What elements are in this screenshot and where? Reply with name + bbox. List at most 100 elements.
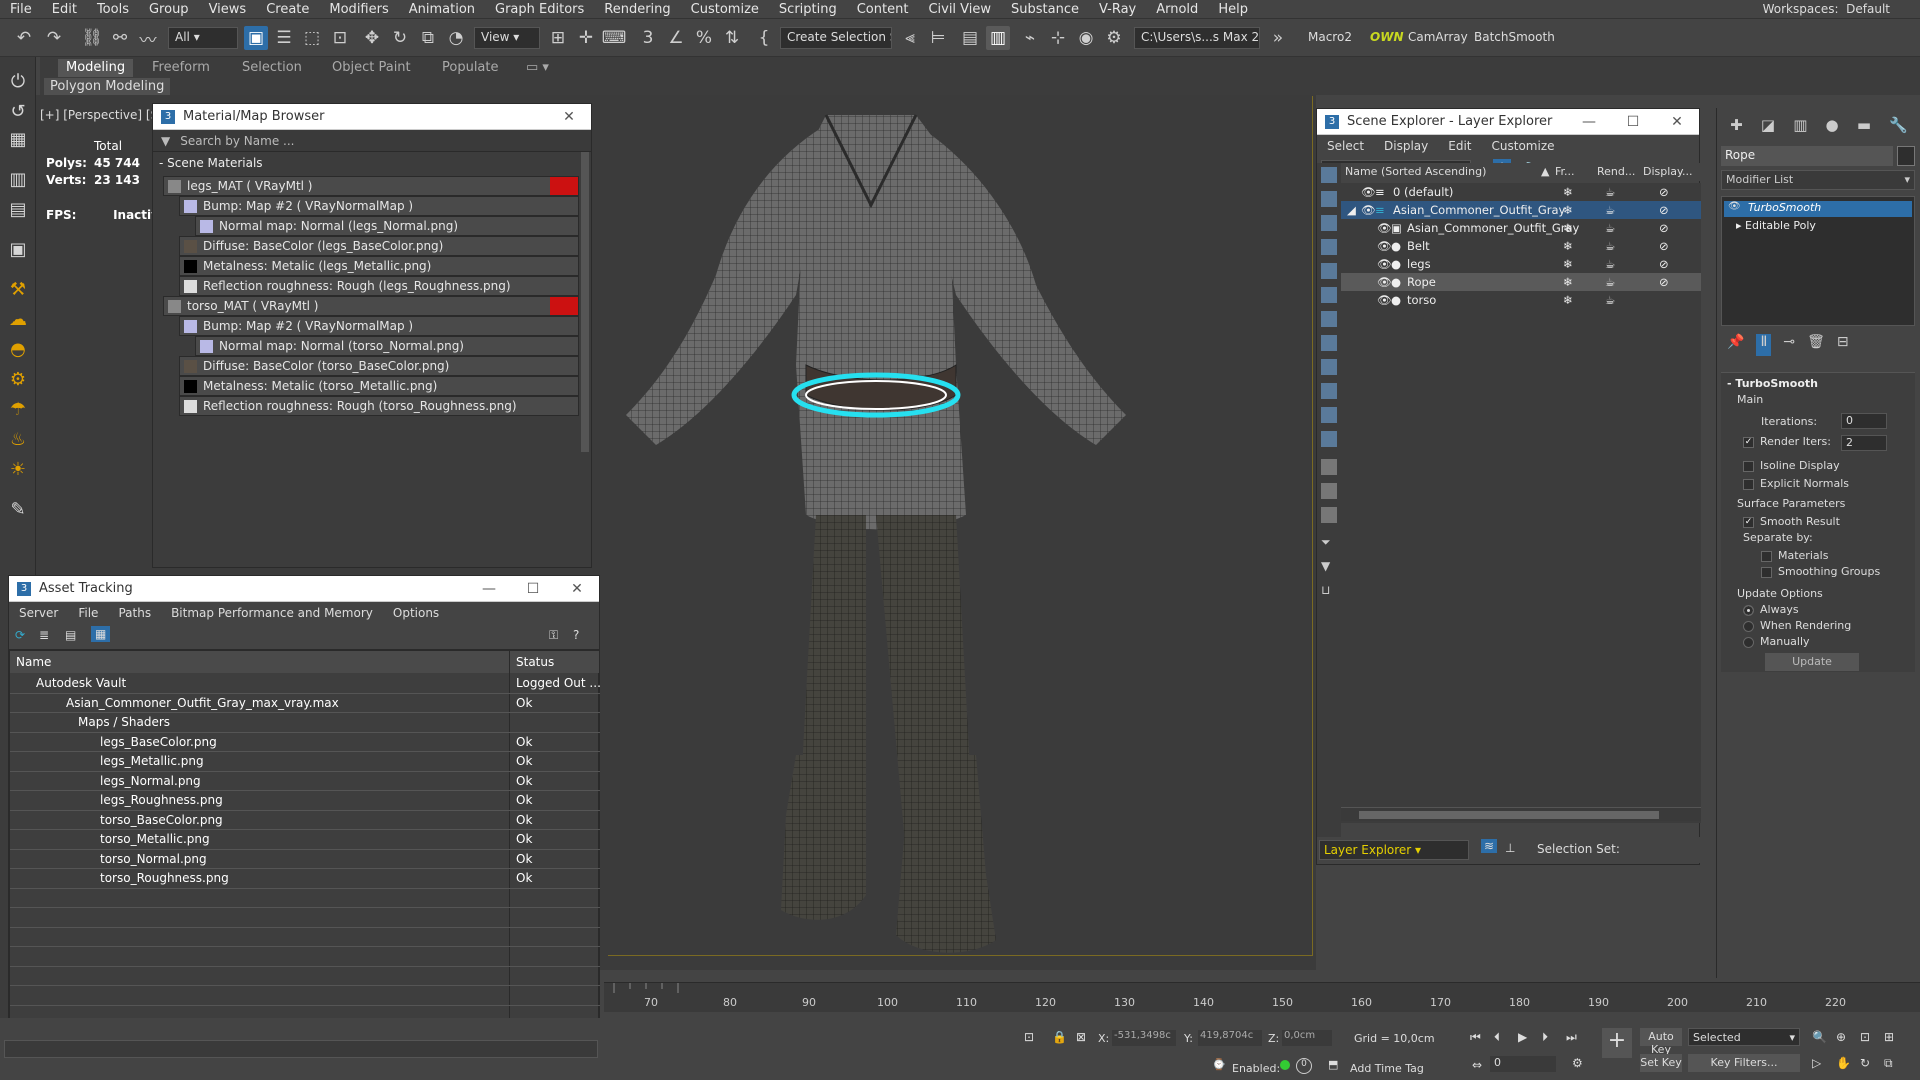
always-row[interactable]: Always xyxy=(1743,603,1799,616)
menu-paths[interactable]: Paths xyxy=(108,606,161,620)
camarray-button[interactable]: CamArray xyxy=(1408,30,1468,44)
maxscript-listener-field[interactable] xyxy=(4,1040,598,1058)
manually-radio[interactable] xyxy=(1743,636,1754,648)
table-row[interactable]: legs_Normal.png Ok xyxy=(10,772,600,791)
own-button[interactable]: OWN xyxy=(1370,30,1403,44)
menu-content[interactable]: Content xyxy=(847,2,919,17)
layer-explorer-icon[interactable]: ▤ xyxy=(958,26,982,50)
edit-named-selection-icon[interactable]: { xyxy=(752,26,776,50)
table-row[interactable]: torso_Roughness.png Ok xyxy=(10,869,600,889)
configure-sets-icon[interactable]: ⊟ xyxy=(1837,334,1849,356)
selection-filter-dropdown[interactable]: All ▾ xyxy=(168,27,238,49)
render-icon[interactable]: ☕ xyxy=(1605,275,1615,289)
display-icon[interactable]: ⊘ xyxy=(1659,221,1669,235)
macro2-button[interactable]: Macro2 xyxy=(1308,30,1352,44)
menu-edit[interactable]: Edit xyxy=(1438,139,1481,153)
rotate-icon[interactable]: ↻ xyxy=(388,26,412,50)
enabled-indicator[interactable] xyxy=(1280,1060,1290,1070)
minimize-icon[interactable]: — xyxy=(1567,114,1611,130)
display-tab-icon[interactable]: ▬ xyxy=(1857,116,1871,140)
spinner-snap-icon[interactable]: ⇅ xyxy=(720,26,744,50)
render-iters-spinner[interactable]: 2 xyxy=(1841,435,1887,451)
time-tag-icon[interactable]: ⌚ xyxy=(1212,1058,1226,1071)
hidden-filter-icon[interactable] xyxy=(1321,431,1337,447)
menu-tools[interactable]: Tools xyxy=(87,2,139,17)
menu-select[interactable]: Select xyxy=(1317,139,1374,153)
make-unique-icon[interactable]: ⊸ xyxy=(1783,334,1795,356)
eye-icon[interactable]: 👁 xyxy=(1377,221,1392,235)
asset-tracking-titlebar[interactable]: 3 Asset Tracking — ☐ ✕ xyxy=(9,576,599,602)
container-icon[interactable]: ▥ xyxy=(6,167,30,191)
invert-filter-icon[interactable] xyxy=(1321,507,1337,523)
freeze-icon[interactable]: ❄ xyxy=(1563,293,1573,307)
display-icon[interactable]: ⊘ xyxy=(1659,275,1669,289)
frozen-filter-icon[interactable] xyxy=(1321,407,1337,423)
x-coordinate-field[interactable]: -531,3498c xyxy=(1112,1030,1176,1046)
table-row[interactable]: torso_Metallic.png Ok xyxy=(10,830,600,850)
timeline-ruler[interactable]: 70 80 90 100 110 120 130 140 150 160 170… xyxy=(604,982,1920,1012)
freeze-icon[interactable]: ❄ xyxy=(1563,257,1573,271)
chevron-down-icon[interactable]: ▼ xyxy=(161,134,170,148)
ribbon-options-icon[interactable]: ▭ ▾ xyxy=(518,59,557,77)
tab-modeling[interactable]: Modeling xyxy=(58,59,134,77)
go-to-end-icon[interactable]: ⏭ xyxy=(1566,1030,1577,1045)
funnel-icon[interactable]: ⏷ xyxy=(1321,535,1337,551)
eye-icon[interactable]: 👁 xyxy=(1377,257,1392,271)
reference-coordinate-dropdown[interactable]: View ▾ xyxy=(474,27,540,49)
column-frozen[interactable]: Fr... xyxy=(1555,165,1575,178)
current-frame-field[interactable]: 0 xyxy=(1490,1056,1556,1072)
menu-customize[interactable]: Customize xyxy=(1482,139,1565,153)
modify-tab-icon[interactable]: ◪ xyxy=(1761,116,1775,140)
menu-rendering[interactable]: Rendering xyxy=(594,2,680,17)
smoothing-groups-row[interactable]: Smoothing Groups xyxy=(1761,565,1880,578)
scene-explorer-titlebar[interactable]: 3 Scene Explorer - Layer Explorer — ☐ ✕ xyxy=(1317,109,1699,135)
lights-filter-icon[interactable] xyxy=(1321,215,1337,231)
render-iters-checkbox[interactable]: ✓ xyxy=(1743,436,1754,448)
render-setup-icon[interactable]: ⚙ xyxy=(1102,26,1126,50)
close-icon[interactable]: ✕ xyxy=(1655,114,1699,130)
list-item[interactable]: 👁 ● Belt ❄ ☕ ⊘ xyxy=(1341,237,1701,255)
menu-server[interactable]: Server xyxy=(9,606,68,620)
vault-icon[interactable]: ⚿ xyxy=(549,628,558,643)
isolate-selection-icon[interactable]: ⊡ xyxy=(1024,1030,1034,1044)
batchsmooth-button[interactable]: BatchSmooth xyxy=(1474,30,1555,44)
create-tab-icon[interactable]: ✚ xyxy=(1730,116,1743,140)
umbrella-icon[interactable]: ☂ xyxy=(6,397,30,421)
hierarchy-tab-icon[interactable]: ▥ xyxy=(1793,116,1807,140)
menu-scripting[interactable]: Scripting xyxy=(769,2,847,17)
isoline-checkbox[interactable] xyxy=(1743,460,1754,472)
table-row[interactable]: legs_Metallic.png Ok xyxy=(10,752,600,772)
select-by-name-icon[interactable]: ☰ xyxy=(272,26,296,50)
more-tools-icon[interactable]: » xyxy=(1266,26,1290,50)
materials-checkbox[interactable] xyxy=(1761,550,1772,562)
zoom-extents-icon[interactable]: ⊡ xyxy=(1860,1030,1870,1044)
menu-file[interactable]: File xyxy=(0,2,42,17)
percent-snap-icon[interactable]: % xyxy=(692,26,716,50)
list-item[interactable]: 👁 ▣ Asian_Commoner_Outfit_Gray ❄ ☕ ⊘ xyxy=(1341,219,1701,237)
tag-icon[interactable]: ⬒ xyxy=(1328,1058,1338,1071)
maximize-icon[interactable]: ☐ xyxy=(511,581,555,597)
chevron-right-icon[interactable]: ▸ xyxy=(1736,219,1745,232)
menu-create[interactable]: Create xyxy=(256,2,319,17)
xrefs-filter-icon[interactable] xyxy=(1321,335,1337,351)
stack-item-turbosmooth[interactable]: TurboSmooth xyxy=(1724,201,1912,217)
map-row[interactable]: Normal map: Normal (torso_Normal.png) xyxy=(195,336,579,356)
object-color-swatch[interactable] xyxy=(1897,146,1915,166)
next-frame-icon[interactable]: ⏵ xyxy=(1542,1030,1548,1045)
list-item[interactable]: ◢ 👁 ≡ Asian_Commoner_Outfit_Gray ❄ ☕ ⊘ xyxy=(1341,201,1701,219)
table-row[interactable]: torso_BaseColor.png Ok xyxy=(10,811,600,830)
when-rendering-row[interactable]: When Rendering xyxy=(1743,619,1851,632)
menu-graph-editors[interactable]: Graph Editors xyxy=(485,2,594,17)
rollout-header[interactable]: - TurboSmooth xyxy=(1727,377,1818,390)
tab-freeform[interactable]: Freeform xyxy=(144,59,218,77)
menu-help[interactable]: Help xyxy=(1208,2,1258,17)
table-row[interactable]: Autodesk Vault Logged Out ... xyxy=(10,674,601,694)
named-selection-set-dropdown[interactable]: Create Selection Se ▾ xyxy=(780,27,892,49)
mirror-icon[interactable]: ⫷ xyxy=(898,26,922,50)
keyboard-shortcut-icon[interactable]: ⌨ xyxy=(602,26,627,50)
set-key-button[interactable]: Set Key xyxy=(1640,1054,1682,1072)
key-selection-dropdown[interactable]: Selected ▾ xyxy=(1688,1028,1800,1046)
menu-animation[interactable]: Animation xyxy=(399,2,485,17)
render-icon[interactable]: ☕ xyxy=(1605,185,1615,199)
object-name-field[interactable]: Rope xyxy=(1721,146,1893,166)
